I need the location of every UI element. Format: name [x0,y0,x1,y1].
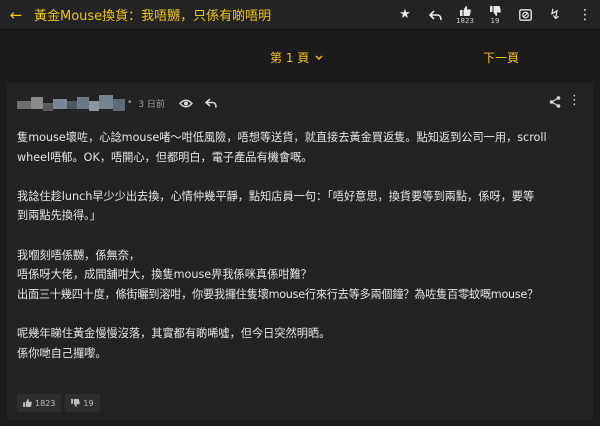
post-dislike-count: 19 [83,398,94,408]
share-icon[interactable] [549,96,561,108]
post-time: 3 日前 [138,99,165,110]
text-line: 出面三十幾四十度，條街曬到溶咁，你要我攞住隻壞mouse行來行去等多兩個鐘？為咗… [17,287,539,301]
dislike-count: 19 [490,16,500,25]
thumbs-up-icon [459,5,471,16]
post-like-button[interactable]: 1823 [17,394,62,412]
thread-title[interactable]: 黃金Mouse換貨：我唔嬲，只係有啲唔明 [34,5,271,24]
post-like-count: 1823 [35,398,56,408]
username-pixelated[interactable] [17,95,127,111]
top-actions: ★ 1823 19 ↯ ⋮ [390,0,600,30]
thumbs-up-icon [23,399,32,407]
post-card: • 3 日前 ⋮ 隻mouse壞咗，心諗mouse啫～咁低風險，唔想等送貨，就直… [7,82,593,420]
post-header: • 3 日前 [17,92,217,114]
post-body: 隻mouse壞咗，心諗mouse啫～咁低風險，唔想等送貨，就直接去黃金買返隻。點… [17,128,583,363]
reply-icon [428,9,442,20]
current-page-label: 第 1 頁 [270,51,310,65]
more-options-button[interactable]: ⋮ [570,0,600,30]
post-more-icon[interactable]: ⋮ [568,94,581,107]
block-icon [518,9,532,21]
thumbs-down-icon [71,399,81,407]
eye-icon[interactable] [178,99,193,108]
text-line: 我諗住趁lunch早少少出去換，心情仲幾平靜，點知店員一句：「唔好意思，換貨要等… [17,189,535,203]
thumbs-down-icon [489,5,501,16]
text-line: 到兩點先換得。」 [17,209,101,223]
text-line: 唔係呀大佬，成間舖咁大，換隻mouse畀我係咪真係咁難？ [17,268,312,282]
paragraph-1: 隻mouse壞咗，心諗mouse啫～咁低風險，唔想等送貨，就直接去黃金買返隻。點… [17,128,583,167]
text-line: 呢幾年睇住黃金慢慢沒落，其實都有啲唏噓，但今日突然明晒。 [17,326,331,340]
text-line: 隻mouse壞咗，心諗mouse啫～咁低風險，唔想等送貨，就直接去黃金買返隻。點… [17,131,547,144]
page-selector[interactable]: 第 1 頁 [270,49,323,66]
text-line: 我嗰刻唔係嬲，係無奈， [17,248,141,262]
vote-bar: 1823 19 [17,394,100,412]
top-bar: ← 黃金Mouse換貨：我唔嬲，只係有啲唔明 ★ 1823 19 ↯ ⋮ [0,0,600,30]
paragraph-4: 呢幾年睇住黃金慢慢沒落，其實都有啲唏噓，但今日突然明晒。 係你哋自己攞嚟。 [17,324,583,363]
bookmark-button[interactable]: ★ [390,0,420,30]
like-button[interactable]: 1823 [450,0,480,30]
chevron-down-icon [315,54,323,60]
text-line: wheel唔郁。OK，唔開心，但都明白，電子產品有機會嘅。 [17,150,313,164]
arrow-left-icon: ← [9,5,23,24]
dot-separator: • [127,98,133,108]
text-line: 係你哋自己攞嚟。 [17,346,107,360]
post-dislike-button[interactable]: 19 [65,394,100,412]
dislike-button[interactable]: 19 [480,0,510,30]
star-icon: ★ [399,7,411,22]
like-count: 1823 [456,16,474,25]
back-button[interactable]: ← [4,0,28,30]
next-page-link[interactable]: 下一頁 [483,49,519,66]
paragraph-3: 我嗰刻唔係嬲，係無奈， 唔係呀大佬，成間舖咁大，換隻mouse畀我係咪真係咁難？… [17,246,583,305]
reply-button[interactable] [420,0,450,30]
paragraph-2: 我諗住趁lunch早少少出去換，心情仲幾平靜，點知店員一句：「唔好意思，換貨要等… [17,187,583,226]
flash-button[interactable]: ↯ [540,0,570,30]
more-vertical-icon: ⋮ [578,7,592,23]
quote-reply-icon[interactable] [204,98,217,108]
block-button[interactable] [510,0,540,30]
pager: 第 1 頁 下一頁 [0,40,600,74]
lightning-icon: ↯ [549,7,561,23]
